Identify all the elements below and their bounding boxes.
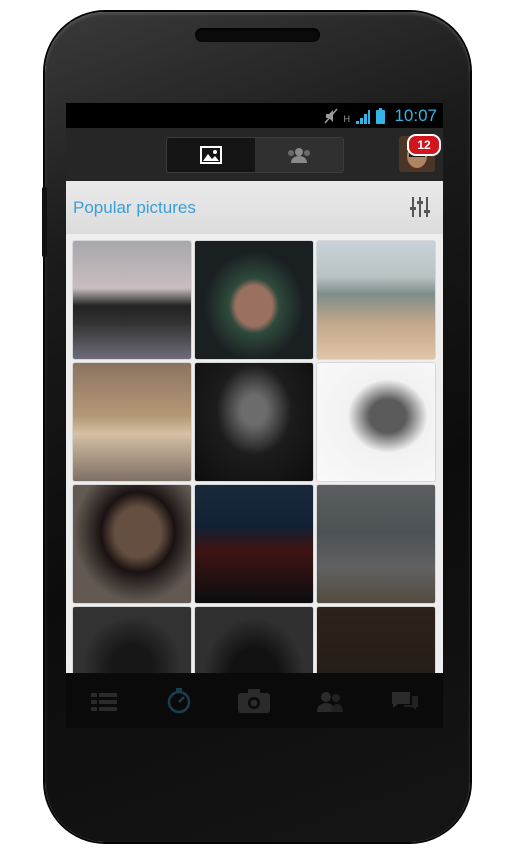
screen: H 10:07 12 Popular pictures <box>66 103 443 728</box>
section-title: Popular pictures <box>73 198 196 217</box>
overlay <box>195 485 313 603</box>
timer-icon <box>167 687 191 713</box>
nav-timer[interactable] <box>154 681 204 721</box>
side-button <box>42 187 47 257</box>
notification-badge[interactable]: 12 <box>407 134 441 156</box>
battery-icon <box>376 108 385 124</box>
status-time: 10:07 <box>394 106 437 125</box>
speaker-grille <box>195 28 320 42</box>
section-header: Popular pictures <box>66 181 443 235</box>
image-icon <box>200 146 222 164</box>
people-icon <box>288 148 310 163</box>
tab-people[interactable] <box>255 138 343 172</box>
view-toggle <box>166 137 344 173</box>
photo-woman-portrait[interactable] <box>195 241 313 359</box>
nav-camera[interactable] <box>229 681 279 721</box>
nav-chat[interactable] <box>380 681 430 721</box>
tab-pictures[interactable] <box>167 138 255 172</box>
chat-icon <box>392 691 419 710</box>
bottom-nav <box>66 673 443 728</box>
photo-two-men-dark[interactable] <box>195 363 313 481</box>
nav-list[interactable] <box>79 681 129 721</box>
photo-sunglasses-woman[interactable] <box>73 485 191 603</box>
photo-red-crane[interactable] <box>195 485 313 603</box>
network-type: H <box>343 114 351 124</box>
status-bar: H 10:07 <box>66 103 443 128</box>
overlay <box>317 485 435 603</box>
photo-sailboats[interactable] <box>317 485 435 603</box>
camera-icon <box>238 688 271 713</box>
signal-icon <box>356 110 370 124</box>
action-bar: 12 <box>66 128 443 183</box>
photo-skateboarder[interactable] <box>73 363 191 481</box>
people-icon <box>316 691 343 712</box>
nav-people[interactable] <box>305 681 355 721</box>
status-icons: H <box>323 108 385 124</box>
filter-icon[interactable] <box>409 195 431 219</box>
photo-surfer-beach[interactable] <box>317 241 435 359</box>
photo-sunset-lake[interactable] <box>73 241 191 359</box>
list-icon <box>90 692 117 711</box>
mute-icon <box>323 108 338 124</box>
photo-man-bw[interactable] <box>317 363 435 481</box>
photo-grid <box>66 234 443 728</box>
overlay <box>73 485 191 603</box>
